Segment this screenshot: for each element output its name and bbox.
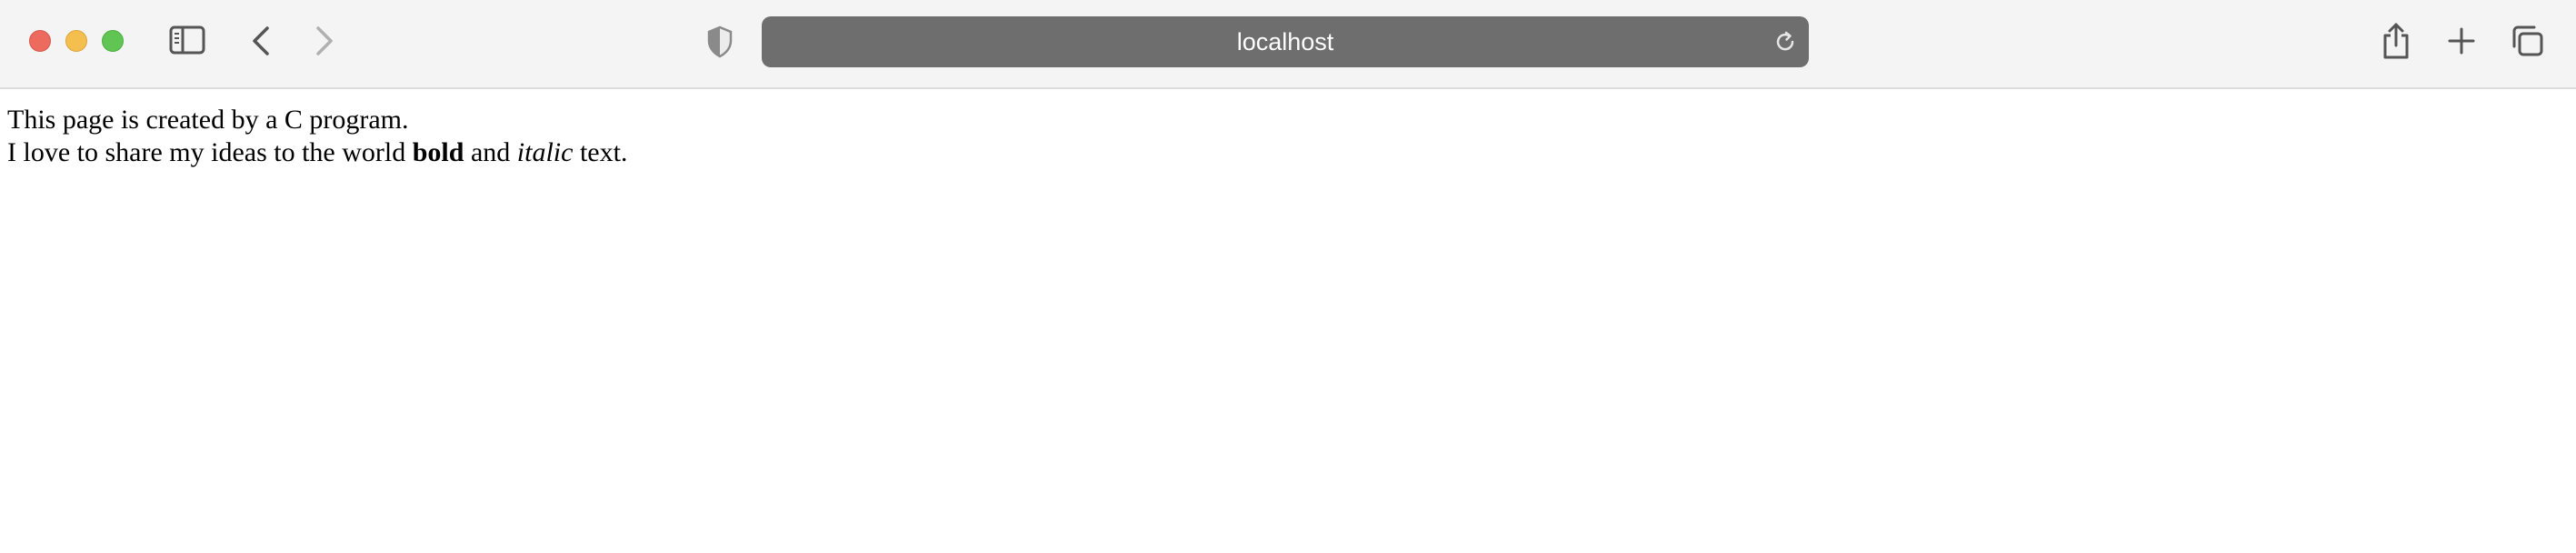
chevron-left-icon <box>253 26 269 55</box>
page-line-2: I love to share my ideas to the world bo… <box>7 136 2569 169</box>
share-icon <box>2383 23 2409 59</box>
chevron-right-icon <box>316 26 333 55</box>
page-line-1: This page is created by a C program. <box>7 104 2569 136</box>
line2-prefix: I love to share my ideas to the world <box>7 137 413 167</box>
minimize-window-button[interactable] <box>65 30 87 52</box>
sidebar-icon <box>169 25 205 55</box>
reload-button[interactable] <box>1772 29 1798 55</box>
privacy-report-button[interactable] <box>704 24 736 60</box>
forward-button[interactable] <box>309 24 340 58</box>
tabs-overview-icon <box>2512 25 2543 56</box>
reload-icon <box>1776 31 1794 51</box>
browser-toolbar: localhost <box>0 0 2576 89</box>
italic-text: italic <box>516 137 574 167</box>
shield-icon <box>707 25 733 58</box>
line2-middle: and <box>464 137 517 167</box>
new-tab-button[interactable] <box>2443 22 2480 60</box>
maximize-window-button[interactable] <box>102 30 124 52</box>
plus-icon <box>2448 27 2475 55</box>
page-content: This page is created by a C program. I l… <box>0 89 2576 553</box>
bold-text: bold <box>412 137 464 167</box>
back-button[interactable] <box>245 24 276 58</box>
sidebar-toggle-button[interactable] <box>169 24 205 56</box>
address-bar[interactable]: localhost <box>762 16 1809 67</box>
browser-window: localhost This page is created by a C pr… <box>0 0 2576 553</box>
address-text: localhost <box>1236 27 1334 55</box>
line2-suffix: text. <box>573 137 628 167</box>
line1-text: This page is created by a C program. <box>7 105 409 135</box>
share-button[interactable] <box>2378 20 2414 62</box>
close-window-button[interactable] <box>29 30 51 52</box>
tab-overview-button[interactable] <box>2507 22 2547 60</box>
